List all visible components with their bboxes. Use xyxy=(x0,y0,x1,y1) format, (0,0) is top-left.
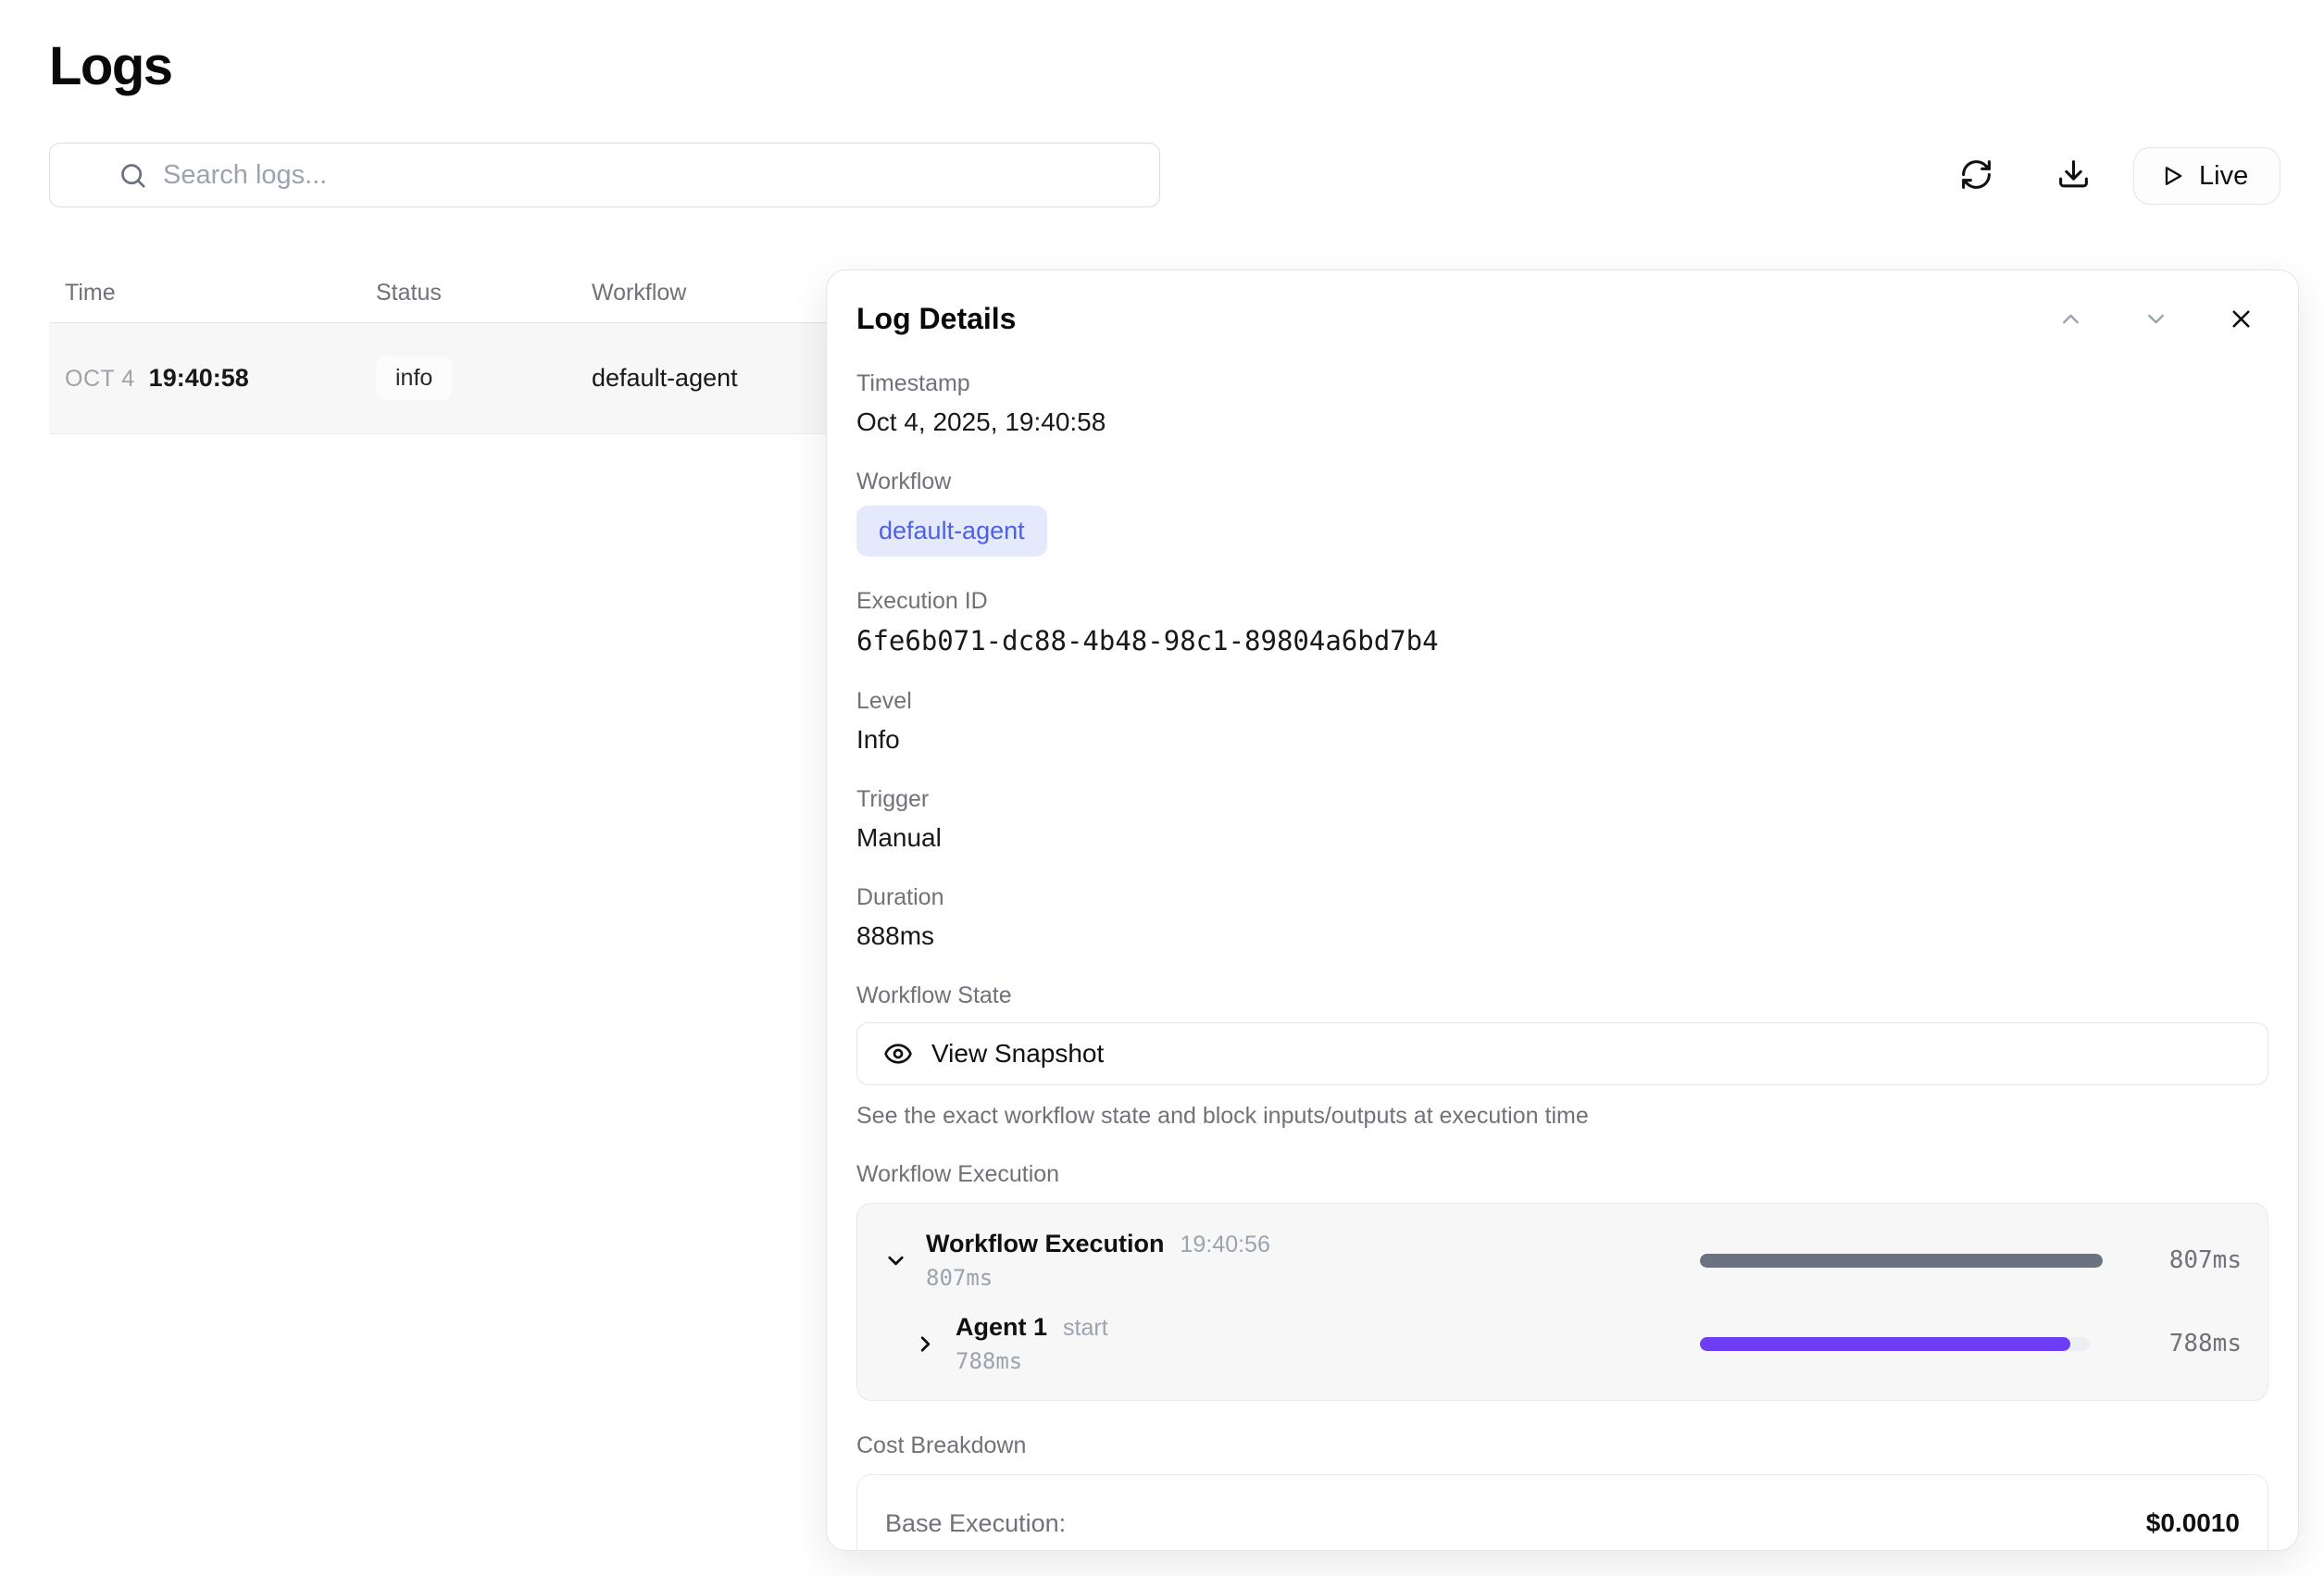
log-row-time-cell: OCT 4 19:40:58 xyxy=(49,364,376,393)
log-details-panel: Log Details Timestamp Oct 4, 2025, 19:40… xyxy=(826,269,2299,1551)
live-button[interactable]: Live xyxy=(2133,147,2280,205)
execution-row-duration: 807ms xyxy=(926,1265,1270,1291)
previous-log-button[interactable] xyxy=(2050,298,2091,339)
trigger-label: Trigger xyxy=(856,786,2268,813)
execution-row-workflow[interactable]: Workflow Execution 19:40:56 807ms 807ms xyxy=(876,1219,2249,1302)
timeline-duration-label: 807ms xyxy=(2103,1246,2242,1274)
execution-row-duration: 788ms xyxy=(956,1348,1108,1374)
view-snapshot-label: View Snapshot xyxy=(931,1039,1104,1069)
chevron-down-icon xyxy=(883,1248,908,1273)
execution-id-value: 6fe6b071-dc88-4b48-98c1-89804a6bd7b4 xyxy=(856,625,2268,657)
execution-row-text: Workflow Execution 19:40:56 807ms xyxy=(926,1230,1270,1291)
execution-row-text: Agent 1 start 788ms xyxy=(956,1313,1108,1374)
eye-icon xyxy=(883,1039,913,1069)
log-row-time: 19:40:58 xyxy=(149,364,249,392)
level-value: Info xyxy=(856,725,2268,755)
level-field: Level Info xyxy=(856,688,2268,755)
refresh-icon xyxy=(1959,157,1993,192)
log-details-header: Log Details xyxy=(856,298,2268,339)
execution-id-field: Execution ID 6fe6b071-dc88-4b48-98c1-898… xyxy=(856,588,2268,657)
log-row-date: OCT 4 xyxy=(65,366,135,392)
timeline-bar-track xyxy=(1700,1254,2103,1268)
workflow-label: Workflow xyxy=(856,469,2268,495)
search-icon xyxy=(118,160,148,191)
cost-row-base-execution: Base Execution: $0.0010 xyxy=(885,1475,2240,1551)
view-snapshot-button[interactable]: View Snapshot xyxy=(856,1022,2268,1085)
search-bar xyxy=(49,143,1160,207)
trigger-field: Trigger Manual xyxy=(856,786,2268,853)
cost-breakdown-label: Cost Breakdown xyxy=(856,1432,2268,1459)
workflow-execution-label: Workflow Execution xyxy=(856,1161,2268,1188)
download-icon xyxy=(2056,157,2091,192)
cost-row-label: Base Execution: xyxy=(885,1509,1066,1538)
duration-field: Duration 888ms xyxy=(856,884,2268,951)
page-title: Logs xyxy=(49,35,172,97)
next-log-button[interactable] xyxy=(2135,298,2176,339)
timestamp-field: Timestamp Oct 4, 2025, 19:40:58 xyxy=(856,370,2268,437)
log-row-status-cell: info xyxy=(376,356,592,400)
refresh-button[interactable] xyxy=(1948,146,2004,202)
live-button-label: Live xyxy=(2199,161,2248,192)
play-icon xyxy=(2160,163,2186,189)
log-details-title: Log Details xyxy=(856,302,1016,336)
collapse-toggle[interactable] xyxy=(883,1248,926,1273)
cost-breakdown-section: Cost Breakdown Base Execution: $0.0010 M… xyxy=(856,1432,2268,1551)
workflow-field: Workflow default-agent xyxy=(856,469,2268,557)
timeline-bar-track xyxy=(1700,1337,2090,1351)
level-label: Level xyxy=(856,688,2268,715)
cost-breakdown-card: Base Execution: $0.0010 Model Input: $0.… xyxy=(856,1474,2268,1551)
trigger-value: Manual xyxy=(856,823,2268,853)
close-panel-button[interactable] xyxy=(2220,298,2261,339)
timestamp-value: Oct 4, 2025, 19:40:58 xyxy=(856,407,2268,437)
timeline-duration-label: 788ms xyxy=(2103,1330,2242,1357)
column-header-status: Status xyxy=(376,280,592,306)
execution-id-label: Execution ID xyxy=(856,588,2268,615)
workflow-badge[interactable]: default-agent xyxy=(856,506,1047,557)
search-input[interactable] xyxy=(49,143,1160,207)
execution-row-name: Workflow Execution xyxy=(926,1230,1165,1258)
duration-value: 888ms xyxy=(856,921,2268,951)
execution-row-agent[interactable]: Agent 1 start 788ms 788ms xyxy=(876,1302,2249,1385)
chevron-right-icon xyxy=(913,1332,938,1357)
workflow-state-label: Workflow State xyxy=(856,982,2268,1009)
chevron-up-icon xyxy=(2057,306,2084,332)
workflow-state-field: Workflow State View Snapshot See the exa… xyxy=(856,982,2268,1130)
timestamp-label: Timestamp xyxy=(856,370,2268,397)
execution-row-name: Agent 1 xyxy=(956,1313,1047,1342)
expand-toggle[interactable] xyxy=(913,1332,956,1357)
workflow-execution-section: Workflow Execution Workflow Execution 19… xyxy=(856,1161,2268,1401)
execution-row-meta: 19:40:56 xyxy=(1181,1232,1270,1258)
chevron-down-icon xyxy=(2143,306,2169,332)
close-icon xyxy=(2227,305,2255,333)
log-details-controls xyxy=(2050,298,2268,339)
timeline-bar-workflow xyxy=(1700,1254,2103,1268)
cost-row-value: $0.0010 xyxy=(2146,1508,2240,1538)
workflow-state-help: See the exact workflow state and block i… xyxy=(856,1103,2268,1130)
execution-row-meta: start xyxy=(1063,1315,1108,1342)
timeline-bar-agent xyxy=(1700,1337,2070,1351)
execution-timeline-card: Workflow Execution 19:40:56 807ms 807ms … xyxy=(856,1203,2268,1401)
download-button[interactable] xyxy=(2045,146,2101,202)
status-badge: info xyxy=(376,356,452,400)
column-header-time: Time xyxy=(49,280,376,306)
duration-label: Duration xyxy=(856,884,2268,911)
